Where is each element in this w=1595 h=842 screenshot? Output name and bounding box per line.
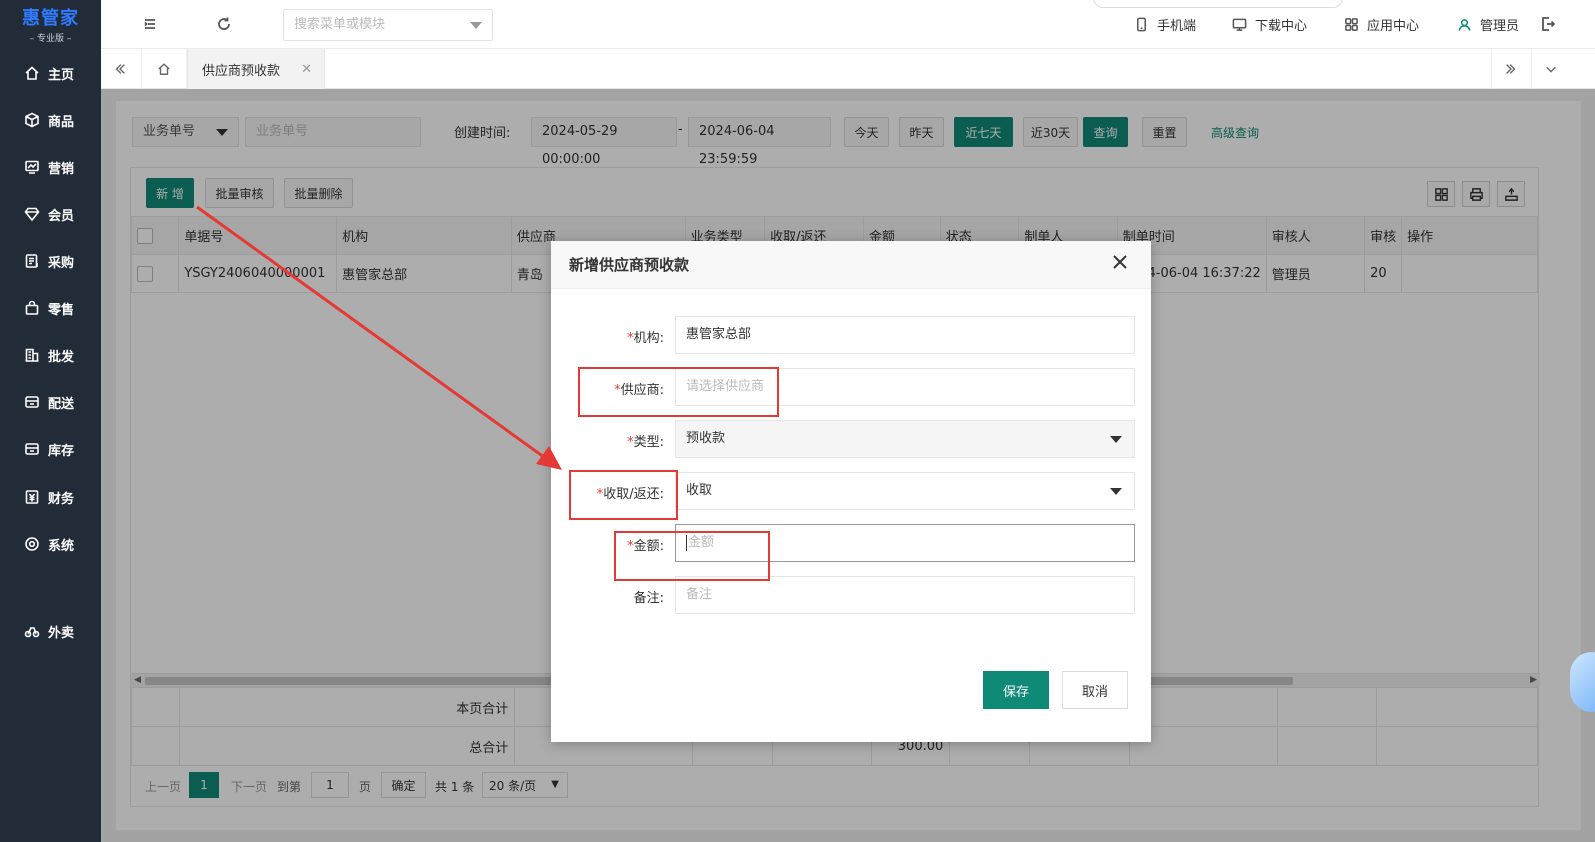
sidebar-item-takeaway[interactable]: 外卖: [0, 613, 101, 649]
type-row: *类型: 预收款: [551, 420, 1151, 458]
top-pill-decoration: [1093, 0, 1343, 8]
annotation-box-amount: [614, 531, 770, 581]
sidebar-item-label: 采购: [48, 255, 75, 271]
sidebar-item-member[interactable]: 会员: [0, 196, 101, 232]
mobile-link[interactable]: 手机端: [1134, 15, 1196, 34]
cancel-button[interactable]: 取消: [1062, 671, 1128, 709]
org-row: *机构: 惠管家总部: [551, 316, 1151, 354]
tab-supplier-prepayment[interactable]: 供应商预收款 ✕: [187, 49, 325, 89]
type-label: *类型:: [627, 435, 664, 450]
sidebar-item-label: 外卖: [48, 625, 75, 641]
download-center-link[interactable]: 下载中心: [1232, 15, 1307, 34]
sidebar-item-retail[interactable]: 零售: [0, 290, 101, 326]
sidebar-item-delivery[interactable]: 配送: [0, 384, 101, 420]
brand-edition: – 专业版 –: [29, 34, 72, 44]
menu-toggle-icon[interactable]: [140, 14, 160, 34]
finance-icon: [25, 490, 39, 504]
tab-bar: 供应商预收款 ✕: [101, 49, 1595, 89]
annotation-box-direction: [569, 470, 678, 520]
home-icon: [25, 66, 39, 80]
delivery-icon: [25, 396, 39, 408]
sidebar-item-label: 财务: [48, 491, 75, 507]
type-select[interactable]: 预收款: [675, 420, 1135, 458]
brand-name: 惠管家: [22, 8, 79, 29]
monitor-icon: [1232, 18, 1247, 31]
close-icon[interactable]: ✕: [301, 62, 312, 77]
save-button[interactable]: 保存: [983, 671, 1049, 709]
bike-icon: [24, 627, 40, 638]
diamond-icon: [24, 207, 40, 222]
topbar: 搜索菜单或模块 手机端 下载中心 应用中心 管理员: [101, 0, 1595, 49]
brand-logo[interactable]: 惠管家 – 专业版 –: [0, 0, 101, 48]
menu-search-input[interactable]: 搜索菜单或模块: [283, 9, 493, 41]
remark-row: 备注: 备注: [551, 576, 1151, 614]
sidebar-item-label: 商品: [48, 114, 75, 130]
chevron-down-icon: [470, 22, 482, 29]
tabs-scroll-left-icon[interactable]: [101, 49, 139, 89]
sidebar-item-system[interactable]: 系统: [0, 526, 101, 562]
app-center-link[interactable]: 应用中心: [1344, 15, 1419, 34]
sidebar-item-label: 营销: [48, 161, 75, 177]
sidebar-item-wholesale[interactable]: 批发: [0, 337, 101, 373]
remark-label: 备注:: [633, 591, 664, 606]
sidebar-item-finance[interactable]: 财务: [0, 479, 101, 515]
sidebar-item-label: 零售: [48, 302, 75, 318]
mobile-icon: [1137, 17, 1146, 32]
purchase-icon: [25, 254, 38, 268]
sidebar-item-purchase[interactable]: 采购: [0, 243, 101, 279]
sidebar-item-goods[interactable]: 商品: [0, 102, 101, 138]
direction-select[interactable]: 收取: [675, 472, 1135, 510]
building-icon: [25, 348, 39, 362]
sidebar-item-home[interactable]: 主页: [0, 55, 101, 91]
settings-icon: [25, 537, 39, 551]
inventory-icon: [25, 443, 39, 455]
sidebar-item-label: 配送: [48, 396, 75, 412]
dialog-header: 新增供应商预收款: [551, 241, 1151, 289]
chevron-down-icon: [1110, 488, 1122, 495]
close-icon[interactable]: [1113, 255, 1133, 275]
chart-icon: [25, 160, 39, 174]
tabs-menu-chevron-down-icon[interactable]: [1531, 49, 1569, 89]
home-tab-icon[interactable]: [141, 49, 187, 89]
sidebar-item-label: 主页: [48, 67, 75, 83]
cube-icon: [25, 112, 39, 128]
org-label: *机构:: [627, 331, 664, 346]
sidebar-item-label: 会员: [48, 208, 75, 224]
user-menu[interactable]: 管理员: [1457, 15, 1519, 34]
logout-icon[interactable]: [1538, 14, 1558, 34]
sidebar-item-inventory[interactable]: 库存: [0, 431, 101, 467]
sidebar-item-label: 库存: [48, 443, 75, 459]
sidebar-item-label: 批发: [48, 349, 75, 365]
bag-icon: [25, 300, 39, 315]
assistant-floating-icon[interactable]: [1570, 652, 1595, 712]
dialog-title: 新增供应商预收款: [569, 256, 690, 274]
annotation-box-supplier: [578, 367, 779, 417]
remark-input[interactable]: 备注: [675, 576, 1135, 614]
apps-grid-icon: [1345, 18, 1358, 31]
refresh-icon[interactable]: [214, 14, 234, 34]
tabs-scroll-right-icon[interactable]: [1491, 49, 1529, 89]
chevron-down-icon: [1110, 436, 1122, 443]
org-field[interactable]: 惠管家总部: [675, 316, 1135, 354]
sidebar: 惠管家 – 专业版 – 主页 商品 营销 会员 采购 零售 批发 配送 库存 财…: [0, 0, 101, 842]
sidebar-item-marketing[interactable]: 营销: [0, 149, 101, 185]
user-icon: [1458, 19, 1471, 31]
sidebar-item-label: 系统: [48, 538, 75, 554]
